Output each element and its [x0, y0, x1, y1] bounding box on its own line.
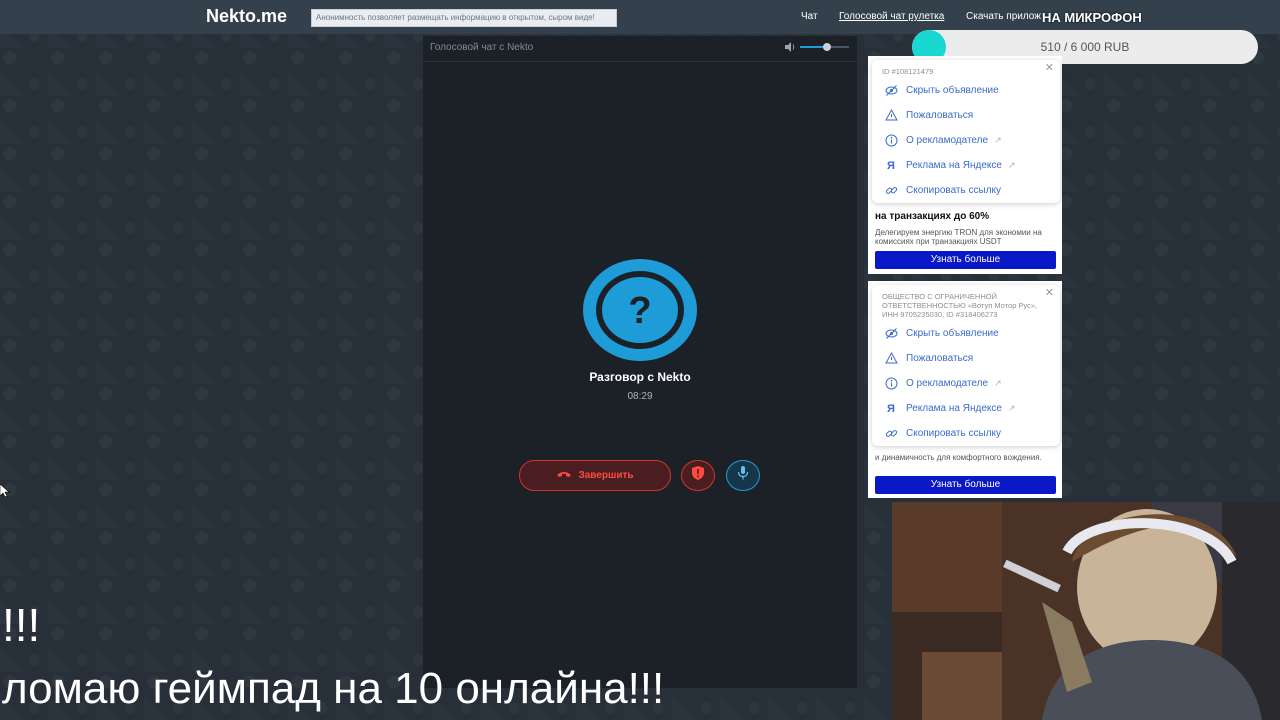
ad-headline: на транзакциях до 60% — [875, 211, 990, 222]
eye-off-icon — [884, 84, 898, 98]
site-logo[interactable]: Nekto.me — [206, 6, 287, 27]
voice-call-panel: Голосовой чат с Nekto ? Разговор с Nekto… — [423, 36, 857, 688]
ad-menu-report[interactable]: Пожаловаться — [872, 103, 1060, 128]
ad-advertiser-info: ОБЩЕСТВО С ОГРАНИЧЕННОЙ ОТВЕТСТВЕННОСТЬЮ… — [882, 292, 1038, 319]
nav-download-app[interactable]: Скачать прилож — [966, 11, 1041, 22]
shield-icon — [692, 466, 704, 485]
warning-icon — [884, 109, 898, 123]
volume-icon[interactable] — [783, 40, 797, 54]
external-link-icon: ↗ — [1007, 160, 1016, 170]
microphone-button[interactable] — [726, 460, 760, 491]
stream-caption-exclaim: !!! — [2, 599, 41, 651]
yandex-icon: Я — [887, 159, 895, 172]
volume-slider-handle[interactable] — [822, 43, 831, 51]
svg-text:?: ? — [628, 290, 651, 332]
ad-menu-copy-link[interactable]: Скопировать ссылку — [872, 178, 1060, 203]
call-timer: 08:29 — [627, 391, 653, 402]
report-shield-button[interactable] — [681, 460, 715, 491]
ad-menu-label: О рекламодателе — [906, 378, 989, 389]
ad-body: и динамичность для комфортного вождения. — [875, 453, 1042, 462]
ad-cta-button[interactable]: Узнать больше — [875, 251, 1056, 269]
ad-menu-hide[interactable]: Скрыть объявление — [872, 321, 1060, 346]
link-icon — [884, 427, 898, 441]
external-link-icon: ↗ — [994, 378, 1002, 388]
info-icon — [884, 134, 898, 148]
ad-menu-copy-link[interactable]: Скопировать ссылку — [872, 421, 1060, 446]
donation-title: НА МИКРОФОН — [1042, 10, 1142, 25]
ad-menu-label: Скопировать ссылку — [906, 428, 1002, 439]
warning-icon — [884, 352, 898, 366]
ad-menu-report[interactable]: Пожаловаться — [872, 346, 1060, 371]
ad-menu-label: Реклама на Яндексе — [906, 160, 1002, 171]
eye-off-icon — [884, 327, 898, 341]
external-link-icon: ↗ — [1007, 403, 1016, 413]
link-icon — [884, 184, 898, 198]
microphone-icon — [737, 466, 749, 485]
close-icon[interactable]: ✕ — [1045, 286, 1054, 299]
call-header: Голосовой чат с Nekto — [423, 36, 857, 62]
yandex-ad-2[interactable]: ✕ ОБЩЕСТВО С ОГРАНИЧЕННОЙ ОТВЕТСТВЕННОСТ… — [868, 281, 1062, 498]
ad-menu-label: Скрыть объявление — [906, 85, 999, 96]
ad-context-menu: ✕ ОБЩЕСТВО С ОГРАНИЧЕННОЙ ОТВЕТСТВЕННОСТ… — [872, 285, 1060, 446]
ad-menu-about-advertiser[interactable]: О рекламодателе ↗ — [872, 371, 1060, 396]
hang-up-icon — [556, 469, 572, 482]
ad-menu-label: Скрыть объявление — [906, 328, 999, 339]
webcam-feed — [892, 502, 1280, 720]
question-mark-icon: ? — [583, 259, 697, 361]
info-icon — [884, 377, 898, 391]
ad-menu-label: Пожаловаться — [906, 110, 974, 121]
ad-menu-yandex-ads[interactable]: Я Реклама на Яндексе ↗ — [872, 396, 1060, 421]
ad-menu-about-advertiser[interactable]: О рекламодателе ↗ — [872, 128, 1060, 153]
external-link-icon: ↗ — [994, 135, 1002, 145]
notice-banner: Анонимность позволяет размещать информац… — [311, 9, 617, 27]
stream-caption-main: ломаю геймпад на 10 онлайна!!! — [2, 664, 665, 713]
ad-menu-label: Реклама на Яндексе — [906, 403, 1002, 414]
nav-voice-roulette[interactable]: Голосовой чат рулетка — [839, 11, 944, 22]
mouse-cursor-icon — [0, 483, 10, 503]
ad-cta-button[interactable]: Узнать больше — [875, 476, 1056, 494]
ad-body: Делегируем энергию TRON для экономии на … — [875, 228, 1042, 246]
end-call-label: Завершить — [578, 470, 634, 481]
ad-context-menu: ✕ ID #108121479 Скрыть объявление Пожало… — [872, 60, 1060, 203]
call-partner-name: Разговор с Nekto — [589, 370, 691, 384]
call-title: Голосовой чат с Nekto — [430, 42, 534, 53]
ad-menu-label: Скопировать ссылку — [906, 185, 1002, 196]
donation-progress-text: 510 / 6 000 RUB — [1040, 40, 1130, 54]
ad-menu-label: О рекламодателе — [906, 135, 989, 146]
ad-menu-hide[interactable]: Скрыть объявление — [872, 78, 1060, 103]
ad-menu-label: Пожаловаться — [906, 353, 974, 364]
yandex-ad-1[interactable]: ✕ ID #108121479 Скрыть объявление Пожало… — [868, 56, 1062, 274]
nav-chat[interactable]: Чат — [801, 11, 818, 22]
close-icon[interactable]: ✕ — [1045, 61, 1054, 74]
ad-menu-yandex-ads[interactable]: Я Реклама на Яндексе ↗ — [872, 153, 1060, 178]
ad-id: ID #108121479 — [882, 67, 934, 76]
end-call-button[interactable]: Завершить — [519, 460, 671, 491]
yandex-icon: Я — [887, 402, 895, 415]
